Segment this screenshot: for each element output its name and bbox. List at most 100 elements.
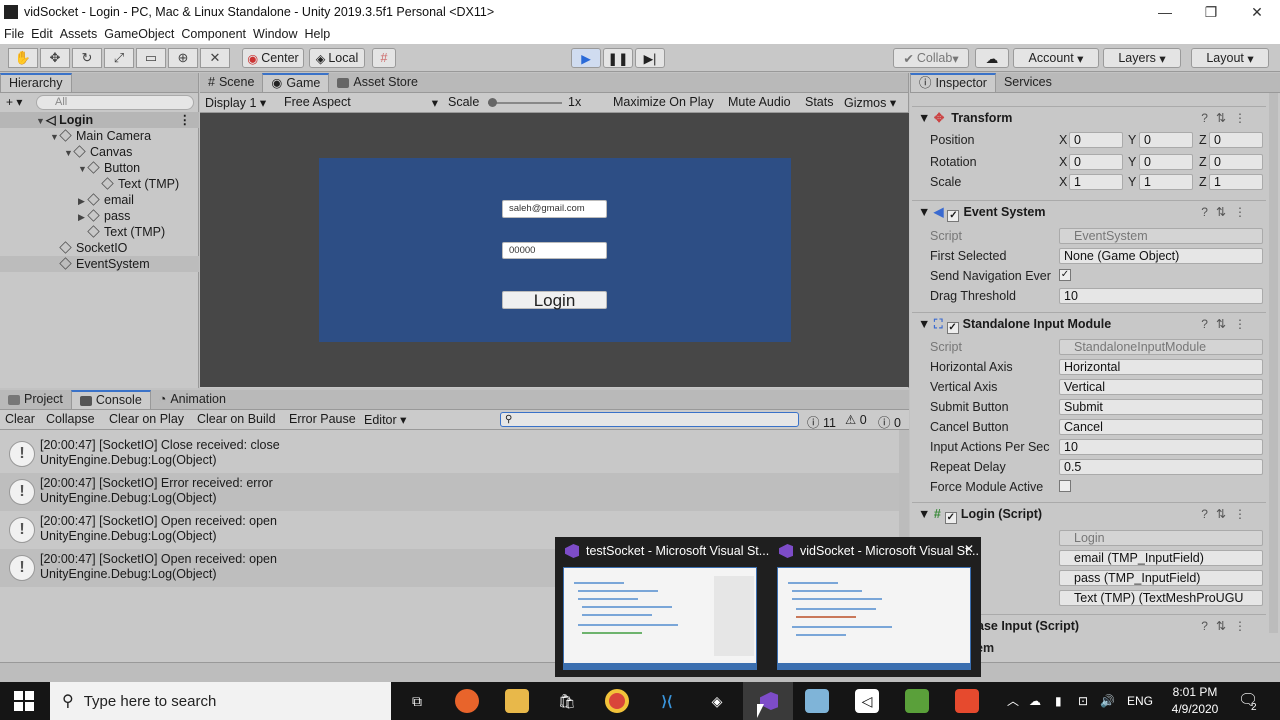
app-icon[interactable]	[805, 689, 829, 713]
email-field[interactable]: saleh@gmail.com	[502, 200, 607, 218]
tab-game[interactable]: ◉ Game	[262, 73, 330, 92]
rotation-y-field[interactable]: 0	[1139, 154, 1193, 170]
position-z-field[interactable]: 0	[1209, 132, 1263, 148]
login-script-header[interactable]: ▼ # ✓ Login (Script) ?⇅⋮	[912, 502, 1266, 524]
firefox-icon[interactable]	[455, 689, 479, 713]
pivot-center-button[interactable]: ◉ Center	[242, 48, 304, 68]
scale-x-field[interactable]: 1	[1069, 174, 1123, 190]
input-actions-field[interactable]: 10	[1059, 439, 1263, 455]
position-y-field[interactable]: 0	[1139, 132, 1193, 148]
password-field[interactable]: 00000	[502, 242, 607, 259]
play-button[interactable]: ▶	[571, 48, 601, 68]
language-indicator[interactable]: ENG	[1127, 682, 1153, 720]
hierarchy-item-login[interactable]: ▼◁ Login ⋮	[0, 112, 199, 128]
maximize-on-play-toggle[interactable]: Maximize On Play	[613, 95, 714, 109]
hierarchy-item-eventsystem[interactable]: EventSystem	[0, 256, 199, 272]
menu-assets[interactable]: Assets	[60, 27, 98, 41]
menu-help[interactable]: Help	[304, 27, 330, 41]
windows-start-icon[interactable]	[14, 691, 34, 711]
thumbnail-testsocket[interactable]	[563, 567, 757, 670]
hierarchy-item-text-tmp-2[interactable]: Text (TMP)	[0, 224, 199, 240]
step-button[interactable]: ▶|	[635, 48, 665, 68]
gizmos-dropdown[interactable]: Gizmos ▾	[844, 95, 896, 110]
aspect-dropdown[interactable]: Free Aspect ▾	[284, 95, 438, 110]
tab-animation[interactable]: ◔ Animation	[151, 390, 234, 409]
minimize-icon[interactable]: —	[1142, 4, 1188, 21]
pivot-local-button[interactable]: ◈ Local	[309, 48, 365, 68]
cloud-icon[interactable]: ☁	[975, 48, 1009, 68]
file-explorer-icon[interactable]	[505, 689, 529, 713]
console-search-input[interactable]: ⚲	[500, 412, 799, 427]
hierarchy-item-email[interactable]: ▶ email	[0, 192, 199, 208]
thumbnail-title-left[interactable]: testSocket - Microsoft Visual St...	[586, 544, 769, 558]
collapse-button[interactable]: Collapse	[46, 412, 95, 426]
tab-console[interactable]: Console	[70, 390, 151, 409]
volume-icon[interactable]: 🔊	[1100, 682, 1115, 720]
close-icon[interactable]: ✕	[1234, 4, 1280, 21]
clock[interactable]: 8:01 PM 4/9/2020	[1163, 684, 1227, 718]
collab-button[interactable]: ✔ Collab ▾	[893, 48, 969, 68]
store-icon[interactable]: 🛍	[555, 689, 579, 713]
hierarchy-search-input[interactable]: All	[36, 95, 194, 110]
tab-hierarchy[interactable]: Hierarchy	[0, 73, 72, 92]
cancel-button-field[interactable]: Cancel	[1059, 419, 1263, 435]
vertical-axis-field[interactable]: Vertical	[1059, 379, 1263, 395]
scale-slider-handle[interactable]	[488, 98, 497, 107]
mute-audio-toggle[interactable]: Mute Audio	[728, 95, 791, 109]
create-dropdown[interactable]: + ▾	[6, 95, 22, 109]
inspector-scrollbar[interactable]	[1269, 93, 1278, 633]
email-ref-field[interactable]: email (TMP_InputField)	[1059, 550, 1263, 566]
tab-project[interactable]: Project	[0, 390, 71, 409]
taskbar-search-input[interactable]: ⚲ Type here to search	[50, 682, 391, 720]
drag-threshold-field[interactable]: 10	[1059, 288, 1263, 304]
enabled-checkbox[interactable]: ✓	[946, 322, 959, 334]
text-ref-field[interactable]: Text (TMP) (TextMeshProUGU	[1059, 590, 1263, 606]
network-icon[interactable]: ⊡	[1078, 682, 1088, 720]
force-module-checkbox[interactable]	[1059, 480, 1071, 492]
pass-ref-field[interactable]: pass (TMP_InputField)	[1059, 570, 1263, 586]
console-entry[interactable]: ! [20:00:47] [SocketIO] Error received: …	[0, 473, 905, 511]
clear-on-build-button[interactable]: Clear on Build	[197, 412, 276, 426]
layers-dropdown[interactable]: Layers ▾	[1103, 48, 1181, 68]
unity-hub-icon[interactable]: ◈	[705, 689, 729, 713]
hierarchy-item-text-tmp[interactable]: Text (TMP)	[0, 176, 199, 192]
restore-icon[interactable]: ❐	[1188, 4, 1234, 21]
scale-z-field[interactable]: 1	[1209, 174, 1263, 190]
enabled-checkbox[interactable]: ✓	[944, 512, 957, 524]
menu-edit[interactable]: Edit	[31, 27, 53, 41]
send-navigation-checkbox[interactable]: ✓	[1059, 269, 1071, 281]
image-app-icon[interactable]	[905, 689, 929, 713]
rect-tool-icon[interactable]: ▭	[136, 48, 166, 68]
tab-scene[interactable]: # Scene	[200, 73, 262, 92]
menu-window[interactable]: Window	[253, 27, 297, 41]
menu-gameobject[interactable]: GameObject	[104, 27, 174, 41]
scale-tool-icon[interactable]: ⤢	[104, 48, 134, 68]
rotation-z-field[interactable]: 0	[1209, 154, 1263, 170]
hierarchy-item-socketio[interactable]: SocketIO	[0, 240, 199, 256]
horizontal-axis-field[interactable]: Horizontal	[1059, 359, 1263, 375]
repeat-delay-field[interactable]: 0.5	[1059, 459, 1263, 475]
chrome-icon[interactable]	[605, 689, 629, 713]
display-dropdown[interactable]: Display 1 ▾	[205, 95, 266, 110]
error-pause-button[interactable]: Error Pause	[289, 412, 356, 426]
close-icon[interactable]: ✕	[964, 542, 974, 556]
battery-icon[interactable]: ▮	[1055, 682, 1062, 720]
thumbnail-title-right[interactable]: vidSocket - Microsoft Visual St...	[800, 544, 979, 558]
tab-services[interactable]: Services	[996, 73, 1060, 92]
submit-button-field[interactable]: Submit	[1059, 399, 1263, 415]
custom-tool-icon[interactable]: ✕	[200, 48, 230, 68]
console-entry[interactable]: ! [20:00:47] [SocketIO] Close received: …	[0, 435, 905, 473]
tab-inspector[interactable]: ⓘ Inspector	[910, 73, 996, 92]
first-selected-field[interactable]: None (Game Object)	[1059, 248, 1263, 264]
notification-icon[interactable]: 🗨	[1238, 682, 1258, 720]
transform-header[interactable]: ▼ ✥ Transform ?⇅⋮	[912, 106, 1266, 128]
input-module-header[interactable]: ▼ ⛶ ✓ Standalone Input Module ?⇅⋮	[912, 312, 1266, 334]
menu-component[interactable]: Component	[181, 27, 246, 41]
login-button[interactable]: Login	[502, 291, 607, 309]
error-count-toggle[interactable]: ⓘ 0	[878, 412, 901, 431]
tray-chevron-icon[interactable]: ︿	[1007, 682, 1019, 720]
clear-button[interactable]: Clear	[5, 412, 35, 426]
app-red-icon[interactable]	[955, 689, 979, 713]
pause-button[interactable]: ❚❚	[603, 48, 633, 68]
hierarchy-item-button[interactable]: ▼ Button	[0, 160, 199, 176]
